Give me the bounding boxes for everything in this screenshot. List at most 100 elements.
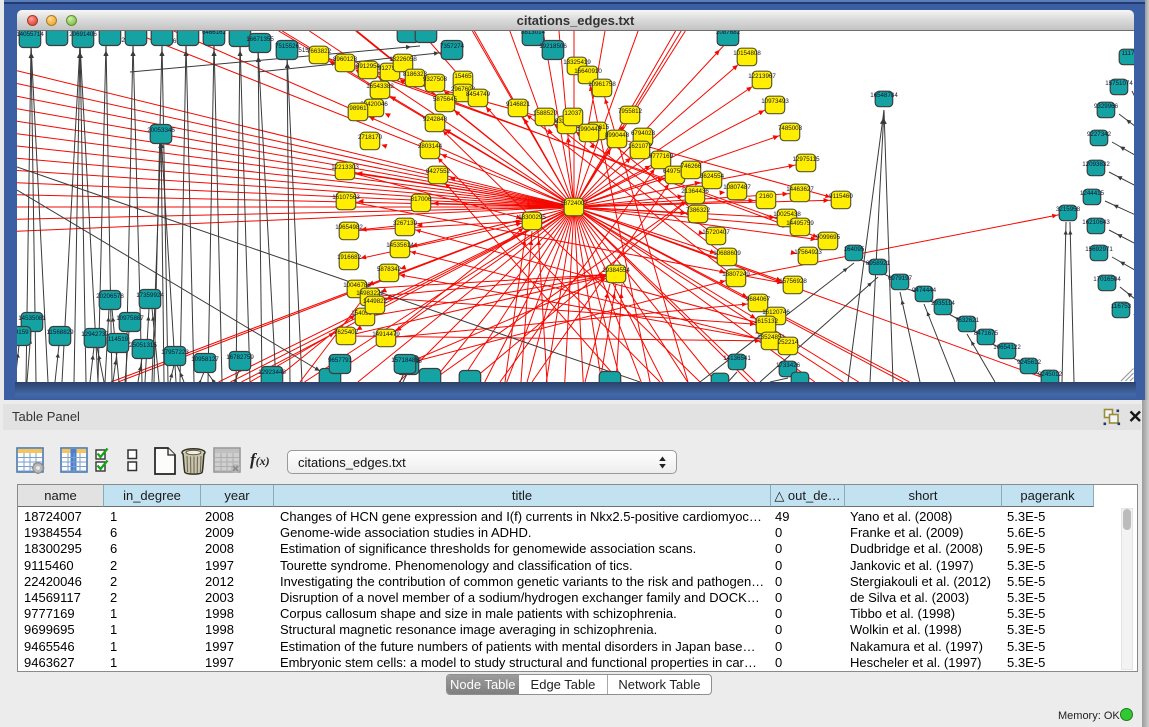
svg-text:14463627: 14463627	[786, 186, 814, 193]
svg-text:17359924: 17359924	[136, 292, 164, 299]
svg-text:12037: 12037	[564, 110, 582, 117]
svg-text:10973493: 10973493	[761, 98, 789, 105]
svg-text:1990443: 1990443	[577, 126, 602, 133]
svg-text:10961758: 10961758	[588, 81, 616, 88]
svg-text:2087682: 2087682	[716, 31, 741, 36]
svg-text:1615132: 1615132	[754, 318, 779, 325]
svg-text:20053346: 20053346	[147, 127, 175, 134]
svg-text:16640910: 16640910	[574, 68, 602, 75]
svg-text:1588520: 1588520	[533, 110, 558, 117]
svg-text:15465: 15465	[454, 73, 472, 80]
svg-text:15756928: 15756928	[779, 278, 807, 285]
svg-text:164095: 164095	[844, 246, 865, 253]
svg-text:10688609: 10688609	[713, 250, 741, 257]
svg-text:17016504: 17016504	[1093, 276, 1121, 283]
svg-text:1117: 1117	[1122, 50, 1134, 57]
svg-text:17564923: 17564923	[794, 249, 822, 256]
svg-text:16671355: 16671355	[246, 36, 274, 43]
svg-text:6794028: 6794028	[631, 130, 656, 137]
svg-text:18807249: 18807249	[722, 271, 750, 278]
svg-text:8454749: 8454749	[466, 91, 491, 98]
svg-text:9329966: 9329966	[1094, 103, 1119, 110]
svg-text:8958921: 8958921	[866, 260, 891, 267]
svg-text:20206578: 20206578	[96, 293, 124, 300]
svg-text:2160: 2160	[759, 193, 773, 200]
svg-text:13325419: 13325419	[563, 59, 591, 66]
svg-text:8990448: 8990448	[605, 132, 630, 139]
svg-text:14136541: 14136541	[723, 355, 751, 362]
svg-text:16210643: 16210643	[1082, 219, 1110, 226]
svg-text:7386322: 7386322	[686, 207, 711, 214]
svg-text:116753: 116753	[1111, 303, 1132, 310]
svg-text:5875645: 5875645	[433, 96, 458, 103]
svg-text:25051315: 25051315	[129, 342, 157, 349]
svg-text:16107563: 16107563	[332, 194, 360, 201]
svg-text:14914479: 14914479	[372, 331, 400, 338]
svg-text:19384554: 19384554	[602, 267, 630, 274]
svg-text:12093832: 12093832	[1082, 161, 1110, 168]
svg-text:15751074: 15751074	[1105, 80, 1133, 87]
svg-text:7515526: 7515526	[275, 43, 300, 50]
svg-text:21364436: 21364436	[681, 188, 709, 195]
svg-text:10807487: 10807487	[723, 184, 751, 191]
svg-text:18724007: 18724007	[560, 200, 588, 207]
svg-text:746266: 746266	[681, 163, 702, 170]
svg-text:7357274: 7357274	[440, 43, 465, 50]
svg-text:12923448: 12923448	[258, 369, 286, 376]
svg-text:252214: 252214	[778, 339, 799, 346]
svg-text:3267130: 3267130	[393, 220, 418, 227]
svg-text:3624554: 3624554	[700, 173, 725, 180]
svg-text:8813014: 8813014	[521, 31, 546, 36]
svg-text:6979197: 6979197	[888, 275, 913, 282]
svg-text:12213967: 12213967	[748, 73, 776, 80]
svg-text:15692971: 15692971	[1085, 246, 1113, 253]
svg-text:9242848: 9242848	[423, 116, 448, 123]
svg-text:9099695: 9099695	[816, 234, 841, 241]
svg-text:1733426: 1733426	[776, 362, 801, 369]
svg-text:12975115: 12975115	[792, 156, 820, 163]
svg-text:7485003: 7485003	[778, 125, 803, 132]
svg-text:15720407: 15720407	[702, 229, 730, 236]
svg-text:10154808: 10154808	[733, 50, 761, 57]
svg-text:39159: 39159	[17, 329, 29, 336]
svg-text:7955812: 7955812	[618, 108, 643, 115]
svg-text:9245012: 9245012	[1038, 371, 1063, 378]
svg-text:98961: 98961	[349, 105, 367, 112]
svg-text:9245612: 9245612	[1017, 359, 1042, 366]
svg-text:2803144: 2803144	[418, 143, 443, 150]
svg-text:19654982: 19654982	[335, 224, 363, 231]
svg-text:7663822: 7663822	[307, 48, 332, 55]
svg-text:7625402: 7625402	[334, 329, 359, 336]
svg-text:8912954: 8912954	[356, 63, 381, 70]
svg-text:10975887: 10975887	[116, 315, 144, 322]
svg-text:9327508: 9327508	[423, 76, 448, 83]
svg-text:2935114: 2935114	[931, 300, 955, 307]
svg-text:9657791: 9657791	[328, 357, 353, 364]
svg-text:14495759: 14495759	[786, 220, 814, 227]
svg-text:1621072: 1621072	[628, 143, 653, 150]
svg-text:9777169: 9777169	[649, 153, 674, 160]
svg-text:10654122: 10654122	[993, 344, 1021, 351]
svg-text:18300295: 18300295	[518, 214, 546, 221]
svg-text:5878342: 5878342	[377, 266, 402, 273]
svg-text:16782759: 16782759	[226, 354, 254, 361]
svg-text:9227342: 9227342	[1087, 131, 1112, 138]
svg-text:9146821: 9146821	[506, 101, 531, 108]
svg-text:8960128: 8960128	[333, 56, 358, 63]
svg-text:3215958: 3215958	[1056, 206, 1081, 213]
svg-text:10025438: 10025438	[773, 211, 801, 218]
svg-text:19218506: 19218506	[539, 43, 567, 50]
svg-text:15718485: 15718485	[391, 357, 419, 364]
svg-text:16120746: 16120746	[762, 309, 790, 316]
svg-text:13226058: 13226058	[389, 56, 417, 63]
svg-text:17957223: 17957223	[161, 349, 189, 356]
svg-text:20691406: 20691406	[69, 31, 97, 38]
svg-text:16543382: 16543382	[366, 83, 394, 90]
svg-text:8471675: 8471675	[974, 330, 999, 337]
svg-text:1449822: 1449822	[363, 298, 388, 305]
svg-text:12213303: 12213303	[331, 164, 359, 171]
svg-text:6466162: 6466162	[202, 31, 227, 36]
svg-text:14535081: 14535081	[18, 315, 46, 322]
svg-text:11568829: 11568829	[46, 329, 74, 336]
svg-text:8427552: 8427552	[426, 168, 451, 175]
